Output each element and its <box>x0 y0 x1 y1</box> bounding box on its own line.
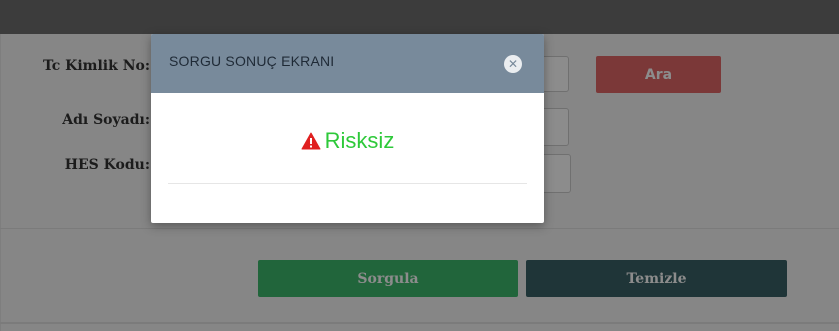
warning-icon <box>301 132 321 150</box>
close-icon[interactable]: ✕ <box>504 55 522 73</box>
modal-title: SORGU SONUÇ EKRANI <box>169 53 335 69</box>
result-row: Risksiz <box>151 128 544 154</box>
modal-divider <box>168 183 527 184</box>
modal-header: SORGU SONUÇ EKRANI ✕ <box>151 34 544 93</box>
result-status-text: Risksiz <box>324 128 395 153</box>
result-modal: SORGU SONUÇ EKRANI ✕ Risksiz <box>151 34 544 223</box>
